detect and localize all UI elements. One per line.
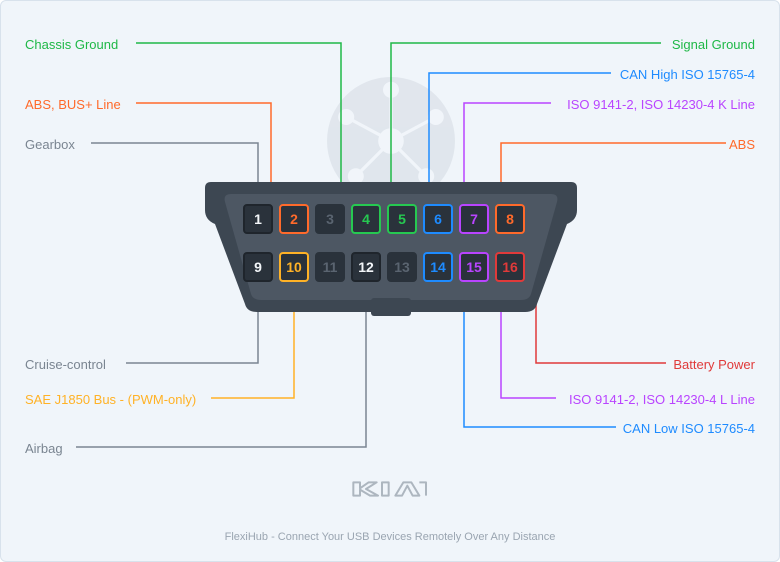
pin-4: 4 — [351, 204, 381, 234]
footer-text: FlexiHub - Connect Your USB Devices Remo… — [1, 531, 779, 543]
diagram-canvas: 12345678 910111213141516 Chassis GroundA… — [0, 0, 780, 562]
label-battery: Battery Power — [673, 357, 755, 372]
label-can_high: CAN High ISO 15765-4 — [620, 67, 755, 82]
label-chassis_ground: Chassis Ground — [25, 37, 118, 52]
pin-16: 16 — [495, 252, 525, 282]
kia-logo-icon — [1, 477, 779, 506]
pin-3: 3 — [315, 204, 345, 234]
label-abs: ABS — [729, 137, 755, 152]
pin-row-bottom: 910111213141516 — [243, 252, 525, 282]
pin-13: 13 — [387, 252, 417, 282]
pin-7: 7 — [459, 204, 489, 234]
pin-6: 6 — [423, 204, 453, 234]
label-airbag: Airbag — [25, 441, 63, 456]
pin-8: 8 — [495, 204, 525, 234]
pin-5: 5 — [387, 204, 417, 234]
label-kline: ISO 9141-2, ISO 14230-4 K Line — [567, 97, 755, 112]
label-lline: ISO 9141-2, ISO 14230-4 L Line — [569, 392, 755, 407]
pin-12: 12 — [351, 252, 381, 282]
label-abs_bus: ABS, BUS+ Line — [25, 97, 121, 112]
pin-1: 1 — [243, 204, 273, 234]
pin-10: 10 — [279, 252, 309, 282]
label-can_low: CAN Low ISO 15765-4 — [623, 421, 755, 436]
pin-row-top: 12345678 — [243, 204, 525, 234]
label-sae_j1850: SAE J1850 Bus - (PWM-only) — [25, 392, 196, 407]
connector-shell-icon — [201, 176, 581, 316]
pin-14: 14 — [423, 252, 453, 282]
label-signal_ground: Signal Ground — [672, 37, 755, 52]
label-gearbox: Gearbox — [25, 137, 75, 152]
obd-connector: 12345678 910111213141516 — [201, 176, 581, 316]
label-cruise: Cruise-control — [25, 357, 106, 372]
pin-15: 15 — [459, 252, 489, 282]
pin-11: 11 — [315, 252, 345, 282]
pin-9: 9 — [243, 252, 273, 282]
pin-2: 2 — [279, 204, 309, 234]
